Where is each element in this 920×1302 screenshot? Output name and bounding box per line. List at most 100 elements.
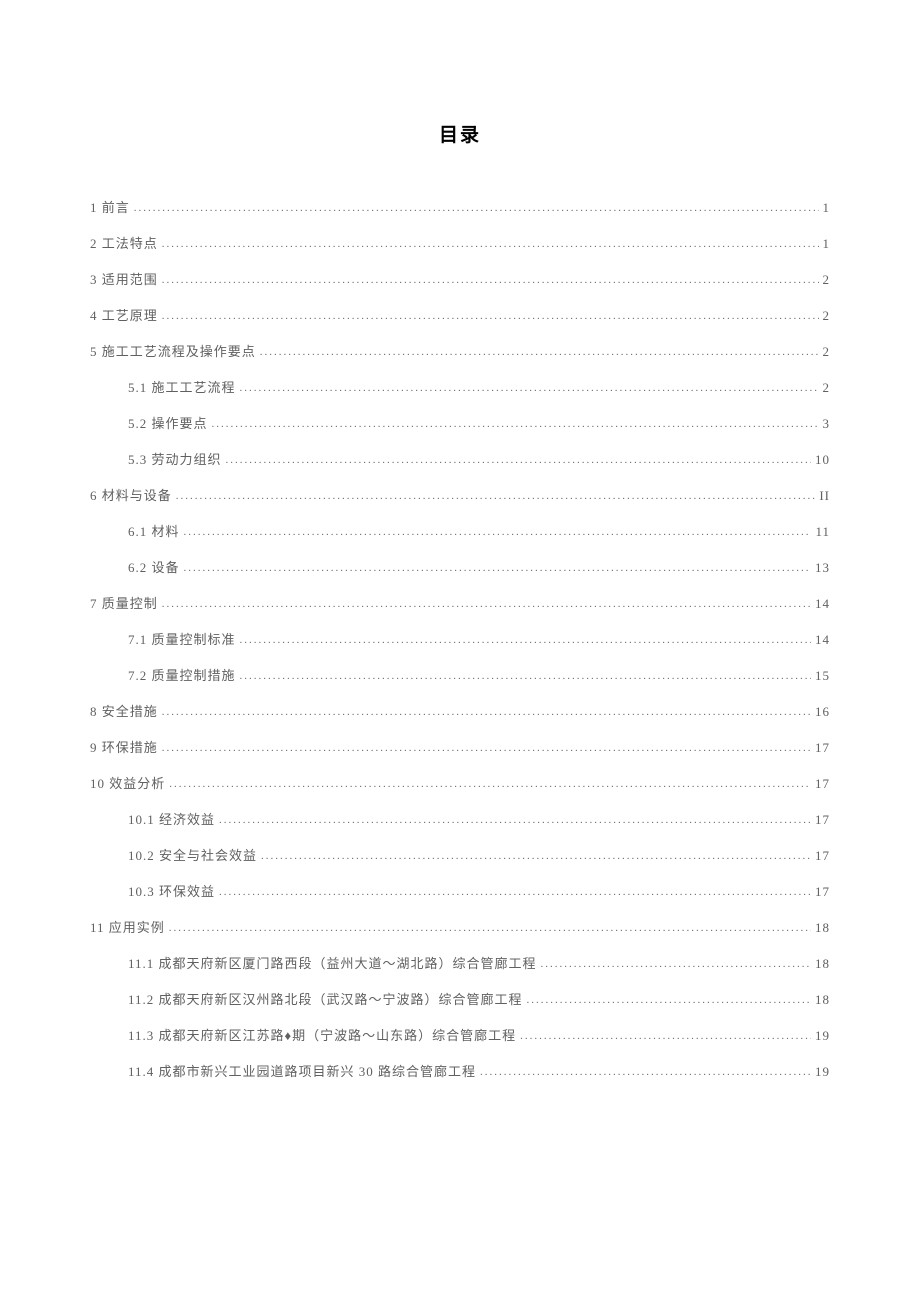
toc-entry: 5 施工工艺流程及操作要点 2 xyxy=(90,341,830,360)
toc-entry-page: 14 xyxy=(815,596,830,612)
toc-entry: 4 工艺原理2 xyxy=(90,305,830,324)
toc-leader-dots xyxy=(219,814,811,826)
toc-entry: 5.1 施工工艺流程 2 xyxy=(90,377,830,396)
toc-entry-page: 18 xyxy=(815,992,830,1008)
toc-leader-dots xyxy=(480,1066,811,1078)
toc-leader-dots xyxy=(226,454,811,466)
toc-entry-label: 8 安全措施 xyxy=(90,701,158,720)
toc-leader-dots xyxy=(169,922,811,934)
toc-entry: 1 前言 1 xyxy=(90,197,830,216)
toc-entry-label: 3 适用范围 xyxy=(90,269,158,288)
toc-title: 目录 xyxy=(90,120,830,147)
toc-entry: 6.1 材料 11 xyxy=(90,521,830,540)
toc-entry-page: 1 xyxy=(823,200,831,216)
toc-entry-page: 15 xyxy=(815,668,830,684)
toc-leader-dots xyxy=(261,850,811,862)
toc-entry-page: 17 xyxy=(815,848,830,864)
toc-entry-page: 2 xyxy=(823,380,831,396)
toc-entry-page: 17 xyxy=(815,740,830,756)
toc-entry-label: 11.4 成都市新兴工业园道路项目新兴 30 路综合管廊工程 xyxy=(128,1061,476,1080)
toc-entry-label: 5.3 劳动力组织 xyxy=(128,449,222,468)
toc-container: 1 前言12 工法特点13 适用范围24 工艺原理25 施工工艺流程及操作要点2… xyxy=(90,197,830,1080)
toc-entry-page: 1 xyxy=(823,236,831,252)
toc-entry: 6 材料与设备 II xyxy=(90,485,830,504)
toc-entry-page: 2 xyxy=(823,344,831,360)
toc-entry: 5.2 操作要点 3 xyxy=(90,413,830,432)
toc-entry-label: 6 材料与设备 xyxy=(90,485,172,504)
toc-entry-label: 6.2 设备 xyxy=(128,557,180,576)
toc-entry-page: 2 xyxy=(823,308,831,324)
toc-entry-label: 11.3 成都天府新区江苏路♦期（宁波路～山东路）综合管廊工程 xyxy=(128,1025,516,1044)
toc-leader-dots xyxy=(541,958,811,970)
toc-entry-label: 10.1 经济效益 xyxy=(128,809,215,828)
toc-entry: 11.2 成都天府新区汉州路北段（武汉路～宁波路）综合管廊工程 18 xyxy=(90,989,830,1008)
toc-entry-label: 7.1 质量控制标准 xyxy=(128,629,236,648)
toc-entry: 11.4 成都市新兴工业园道路项目新兴 30 路综合管廊工程 19 xyxy=(90,1061,830,1080)
toc-entry-label: 6.1 材料 xyxy=(128,521,180,540)
toc-entry: 5.3 劳动力组织 10 xyxy=(90,449,830,468)
toc-leader-dots xyxy=(260,346,819,358)
toc-leader-dots xyxy=(184,562,811,574)
toc-entry-page: 10 xyxy=(815,452,830,468)
toc-entry-page: 2 xyxy=(823,272,831,288)
toc-entry-label: 10.3 环保效益 xyxy=(128,881,215,900)
toc-entry-label: 2 工法特点 xyxy=(90,233,158,252)
toc-leader-dots xyxy=(212,418,819,430)
toc-leader-dots xyxy=(527,994,811,1006)
toc-leader-dots xyxy=(169,778,811,790)
toc-entry-page: 16 xyxy=(815,704,830,720)
toc-leader-dots xyxy=(184,526,812,538)
toc-leader-dots xyxy=(162,598,811,610)
toc-leader-dots xyxy=(162,238,819,250)
toc-leader-dots xyxy=(134,202,819,214)
toc-entry: 11.3 成都天府新区江苏路♦期（宁波路～山东路）综合管廊工程 19 xyxy=(90,1025,830,1044)
toc-entry-page: 18 xyxy=(815,956,830,972)
toc-entry: 11.1 成都天府新区厦门路西段（益州大道～湖北路）综合管廊工程 18 xyxy=(90,953,830,972)
toc-entry-label: 11.1 成都天府新区厦门路西段（益州大道～湖北路）综合管廊工程 xyxy=(128,953,537,972)
toc-entry: 10.1 经济效益 17 xyxy=(90,809,830,828)
toc-entry-page: 19 xyxy=(815,1028,830,1044)
toc-entry-label: 11.2 成都天府新区汉州路北段（武汉路～宁波路）综合管廊工程 xyxy=(128,989,523,1008)
toc-entry-page: 13 xyxy=(815,560,830,576)
toc-leader-dots xyxy=(240,670,811,682)
toc-entry: 2 工法特点 1 xyxy=(90,233,830,252)
toc-entry: 7 质量控制 14 xyxy=(90,593,830,612)
toc-entry: 6.2 设备 13 xyxy=(90,557,830,576)
toc-entry-label: 5.1 施工工艺流程 xyxy=(128,377,236,396)
toc-leader-dots xyxy=(520,1030,811,1042)
toc-entry-page: 17 xyxy=(815,884,830,900)
toc-leader-dots xyxy=(162,742,811,754)
toc-entry-label: 7.2 质量控制措施 xyxy=(128,665,236,684)
toc-leader-dots xyxy=(162,274,819,286)
toc-leader-dots xyxy=(240,634,811,646)
toc-leader-dots xyxy=(162,310,819,322)
toc-entry: 10.2 安全与社会效益 17 xyxy=(90,845,830,864)
toc-entry: 10.3 环保效益 17 xyxy=(90,881,830,900)
toc-entry-label: 9 环保措施 xyxy=(90,737,158,756)
toc-entry-label: 5.2 操作要点 xyxy=(128,413,208,432)
toc-entry: 7.1 质量控制标准14 xyxy=(90,629,830,648)
toc-entry-label: 11 应用实例 xyxy=(90,917,165,936)
toc-leader-dots xyxy=(219,886,811,898)
toc-entry: 11 应用实例 18 xyxy=(90,917,830,936)
toc-entry-page: 17 xyxy=(815,776,830,792)
toc-leader-dots xyxy=(240,382,819,394)
toc-entry: 9 环保措施 17 xyxy=(90,737,830,756)
toc-entry-page: 18 xyxy=(815,920,830,936)
toc-entry-label: 1 前言 xyxy=(90,197,130,216)
toc-leader-dots xyxy=(176,490,816,502)
toc-entry-page: 19 xyxy=(815,1064,830,1080)
toc-entry-label: 5 施工工艺流程及操作要点 xyxy=(90,341,256,360)
toc-entry: 8 安全措施 16 xyxy=(90,701,830,720)
toc-leader-dots xyxy=(162,706,811,718)
toc-entry-label: 10 效益分析 xyxy=(90,773,165,792)
toc-entry: 7.2 质量控制措施 15 xyxy=(90,665,830,684)
toc-entry-page: II xyxy=(819,488,830,504)
toc-entry: 10 效益分析 17 xyxy=(90,773,830,792)
toc-entry-page: 11 xyxy=(815,524,830,540)
toc-entry-label: 7 质量控制 xyxy=(90,593,158,612)
toc-entry-label: 10.2 安全与社会效益 xyxy=(128,845,257,864)
toc-entry: 3 适用范围 2 xyxy=(90,269,830,288)
toc-entry-page: 17 xyxy=(815,812,830,828)
toc-entry-page: 3 xyxy=(823,416,831,432)
